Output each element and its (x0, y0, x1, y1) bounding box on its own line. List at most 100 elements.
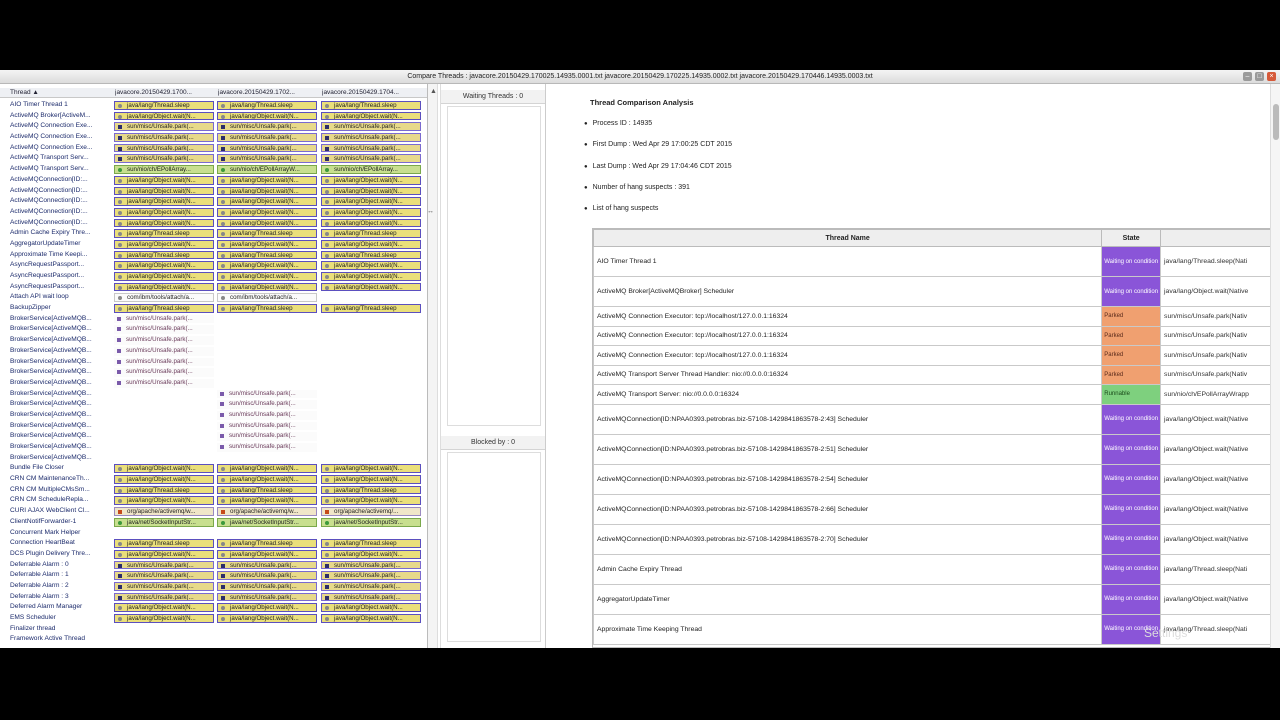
thread-state-cell[interactable]: java/lang/Object.wait(N... (114, 218, 214, 228)
thread-state-cell[interactable]: sun/misc/Unsafe.park(... (114, 346, 214, 356)
thread-row[interactable]: sun/misc/Unsafe.park(... (112, 367, 427, 378)
maximize-icon[interactable]: □ (1255, 72, 1264, 81)
thread-state-cell[interactable]: org/apache/activemq/... (321, 507, 421, 516)
thread-grid-scrollbar[interactable]: ▲ ↔ (427, 84, 438, 648)
suspect-row[interactable]: AIO Timer Thread 1 Waiting on condition ja… (592, 246, 1280, 277)
thread-row[interactable]: sun/misc/Unsafe.park(... (112, 442, 427, 453)
thread-state-cell[interactable]: java/lang/Object.wait(N... (321, 464, 421, 474)
suspect-row[interactable]: ActiveMQ Connection Executor: tcp://loca… (592, 345, 1280, 366)
thread-state-cell[interactable]: java/lang/Thread.sleep (114, 250, 214, 260)
thread-state-cell[interactable]: sun/misc/Unsafe.park(... (321, 571, 421, 580)
thread-name[interactable]: ActiveMQ Connection Exe... (0, 121, 112, 132)
thread-state-cell[interactable]: sun/misc/Unsafe.park(... (321, 154, 421, 164)
thread-state-cell[interactable]: sun/misc/Unsafe.park(... (217, 410, 317, 420)
thread-state-cell[interactable]: sun/misc/Unsafe.park(... (114, 571, 214, 580)
thread-name[interactable]: Admin Cache Expiry Thre... (0, 228, 112, 239)
thread-state-cell[interactable]: java/lang/Object.wait(N... (114, 496, 214, 506)
thread-state-cell[interactable]: java/lang/Object.wait(N... (114, 614, 214, 623)
thread-state-cell[interactable]: java/lang/Object.wait(N... (217, 197, 317, 206)
thread-name[interactable]: AIO Timer Thread 1 (0, 100, 112, 111)
thread-state-cell[interactable]: com/ibm/tools/attach/a... (114, 293, 214, 303)
minimize-icon[interactable]: – (1243, 72, 1252, 81)
thread-row[interactable]: sun/misc/Unsafe.park(... (112, 346, 427, 357)
thread-state-cell[interactable]: java/lang/Object.wait(N... (321, 496, 421, 506)
thread-name[interactable]: Bundle File Closer (0, 463, 112, 474)
thread-name[interactable]: CURI AJAX WebClient Cl... (0, 506, 112, 517)
suspect-row[interactable]: Admin Cache Expiry Thread Waiting on cond… (592, 553, 1280, 585)
column-header-dump-2[interactable]: javacore.20150429.1702... (218, 88, 318, 98)
thread-name[interactable]: BrokerService[ActiveMQB... (0, 314, 112, 325)
thread-state-cell[interactable]: sun/misc/Unsafe.park(... (217, 133, 317, 142)
thread-row[interactable] (112, 624, 427, 635)
close-icon[interactable]: × (1267, 72, 1276, 81)
thread-state-cell[interactable]: java/lang/Object.wait(N... (114, 549, 214, 559)
thread-row[interactable]: sun/misc/Unsafe.park(... sun/misc/Unsafe.… (112, 570, 427, 581)
thread-row[interactable]: sun/misc/Unsafe.park(... (112, 399, 427, 410)
thread-state-cell[interactable]: sun/misc/Unsafe.park(... (114, 325, 214, 335)
thread-row[interactable]: java/lang/Object.wait(N... java/lang/Obje… (112, 175, 427, 186)
thread-row[interactable]: java/lang/Object.wait(N... java/lang/Obje… (112, 463, 427, 474)
thread-name[interactable]: Connection HeartBeat (0, 538, 112, 549)
thread-state-cell[interactable]: java/lang/Object.wait(N... (217, 549, 317, 559)
thread-state-cell[interactable]: java/lang/Object.wait(N... (114, 239, 214, 249)
thread-name[interactable]: Approximate Time Keepi... (0, 250, 112, 261)
thread-state-cell[interactable]: java/lang/Object.wait(N... (114, 282, 214, 292)
thread-state-cell[interactable]: sun/misc/Unsafe.park(... (114, 592, 214, 602)
thread-state-cell[interactable]: java/lang/Object.wait(N... (217, 239, 317, 249)
thread-row[interactable]: sun/misc/Unsafe.park(... (112, 378, 427, 389)
thread-name[interactable]: BrokerService[ActiveMQB... (0, 453, 112, 464)
thread-row[interactable]: sun/misc/Unsafe.park(... sun/misc/Unsafe.… (112, 143, 427, 154)
thread-state-cell[interactable]: java/lang/Object.wait(N... (217, 111, 317, 121)
thread-name[interactable]: ActiveMQConnection[ID:... (0, 186, 112, 197)
thread-name[interactable]: BrokerService[ActiveMQB... (0, 378, 112, 389)
thread-state-cell[interactable]: java/lang/Object.wait(N... (114, 197, 214, 206)
suspect-row[interactable]: ActiveMQ Connection Executor: tcp://loca… (592, 325, 1280, 346)
header-thread-name[interactable]: Thread Name (592, 229, 1103, 247)
thread-state-cell[interactable]: java/lang/Thread.sleep (114, 101, 214, 110)
thread-name[interactable]: Deferrable Alarm : 3 (0, 592, 112, 603)
thread-state-cell[interactable]: java/lang/Object.wait(N... (217, 496, 317, 506)
thread-state-cell[interactable]: java/lang/Thread.sleep (217, 229, 317, 238)
header-stack[interactable] (1160, 229, 1280, 247)
scroll-thumb[interactable] (1273, 104, 1279, 140)
thread-state-cell[interactable]: sun/misc/Unsafe.park(... (114, 143, 214, 153)
thread-name[interactable]: ActiveMQConnection[ID:... (0, 175, 112, 186)
thread-row[interactable]: sun/misc/Unsafe.park(... (112, 324, 427, 335)
suspect-row[interactable]: ActiveMQConnection[ID:NPAA0393.petrobras… (592, 493, 1280, 525)
thread-row[interactable]: sun/nio/ch/EPollArray... sun/nio/ch/EPoll… (112, 164, 427, 175)
thread-name[interactable]: BrokerService[ActiveMQB... (0, 399, 112, 410)
thread-state-cell[interactable]: sun/misc/Unsafe.park(... (217, 592, 317, 602)
thread-state-cell[interactable]: java/lang/Object.wait(N... (114, 272, 214, 281)
column-header-dump-1[interactable]: javacore.20150429.1700... (115, 88, 215, 98)
thread-name[interactable]: DCS Plugin Delivery Thre... (0, 549, 112, 560)
thread-state-cell[interactable]: java/lang/Object.wait(N... (217, 282, 317, 292)
thread-row[interactable]: java/lang/Object.wait(N... java/lang/Obje… (112, 196, 427, 207)
thread-state-cell[interactable]: java/lang/Thread.sleep (114, 229, 214, 238)
thread-name[interactable]: EMS Scheduler (0, 613, 112, 624)
thread-name[interactable]: AsyncRequestPassport... (0, 282, 112, 293)
thread-name[interactable]: ActiveMQ Transport Serv... (0, 153, 112, 164)
thread-row[interactable]: java/lang/Thread.sleep java/lang/Thread.s… (112, 228, 427, 239)
thread-row[interactable]: sun/misc/Unsafe.park(... (112, 431, 427, 442)
thread-name[interactable]: AsyncRequestPassport... (0, 260, 112, 271)
thread-state-cell[interactable]: java/lang/Object.wait(N... (114, 207, 214, 217)
thread-name[interactable]: Deferrable Alarm : 0 (0, 560, 112, 571)
thread-state-cell[interactable]: sun/misc/Unsafe.park(... (217, 389, 317, 399)
thread-name[interactable]: BrokerService[ActiveMQB... (0, 389, 112, 400)
thread-name[interactable]: ActiveMQConnection[ID:... (0, 196, 112, 207)
thread-state-cell[interactable]: java/lang/Object.wait(N... (321, 272, 421, 281)
thread-state-cell[interactable]: java/lang/Object.wait(N... (321, 603, 421, 612)
thread-name[interactable]: BrokerService[ActiveMQB... (0, 431, 112, 442)
thread-row[interactable]: sun/misc/Unsafe.park(... (112, 314, 427, 325)
thread-name[interactable]: ActiveMQ Transport Serv... (0, 164, 112, 175)
suspect-row[interactable]: ActiveMQ Broker[ActiveMQBroker] Schedule… (592, 276, 1280, 307)
thread-state-cell[interactable]: sun/misc/Unsafe.park(... (321, 122, 421, 132)
thread-row[interactable]: java/lang/Object.wait(N... java/lang/Obje… (112, 613, 427, 624)
thread-state-cell[interactable]: java/lang/Thread.sleep (321, 485, 421, 495)
thread-state-cell[interactable]: sun/misc/Unsafe.park(... (321, 592, 421, 602)
suspect-row[interactable]: ActiveMQ Transport Server: nio://0.0.0.0… (592, 384, 1280, 405)
thread-name[interactable]: Finalizer thread (0, 624, 112, 635)
thread-row[interactable]: sun/misc/Unsafe.park(... sun/misc/Unsafe.… (112, 592, 427, 603)
blocked-by-list[interactable] (447, 452, 541, 642)
column-header-dump-3[interactable]: javacore.20150429.1704... (322, 88, 422, 98)
